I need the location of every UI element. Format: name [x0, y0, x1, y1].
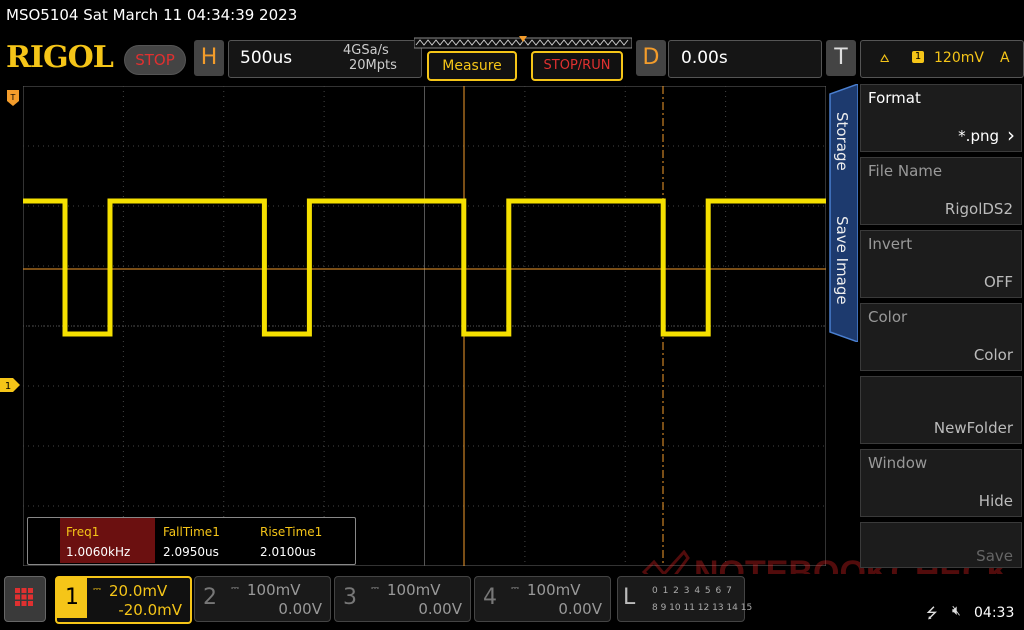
waveform-display[interactable] — [23, 86, 826, 566]
tab-save-image[interactable]: Save Image — [833, 216, 851, 305]
channel-offset: -20.0mV — [118, 601, 182, 619]
logic-channel-panel[interactable] — [617, 576, 745, 622]
measurement-value: 1.0060kHz — [66, 545, 131, 559]
trigger-position-icon[interactable]: T — [7, 90, 19, 106]
measurement-cell[interactable]: FallTime1 2.0950us — [157, 518, 252, 563]
menu-item-value: RigolDS2 — [944, 200, 1013, 218]
menu-item-value: Color — [973, 346, 1013, 364]
channel-offset: 0.00V — [558, 600, 602, 618]
run-state-indicator[interactable]: STOP — [124, 45, 186, 75]
rising-edge-icon: ⩟ — [880, 48, 890, 66]
stop-run-button[interactable]: STOP/RUN — [531, 51, 623, 81]
menu-item-value: NewFolder — [933, 419, 1013, 437]
channel-offset: 0.00V — [418, 600, 462, 618]
waveform-timeline — [414, 36, 632, 49]
system-clock: 04:33 — [974, 605, 1015, 621]
tab-storage[interactable]: Storage — [833, 112, 851, 171]
channel1-offset-marker[interactable]: 1 — [0, 378, 20, 392]
trigger-source-badge: 1 — [912, 51, 924, 63]
trigger-menu-button[interactable]: T — [826, 40, 856, 76]
dc-coupling-icon: ⎓ — [511, 583, 519, 594]
delay-menu-button[interactable]: D — [636, 40, 666, 76]
trigger-level: 120mV — [934, 50, 984, 66]
menu-item[interactable]: Save — [860, 522, 1022, 568]
horizontal-menu-button[interactable]: H — [194, 40, 224, 76]
measurement-cell[interactable]: Freq1 1.0060kHz — [60, 518, 155, 563]
logic-bits-high: 8 9 10 11 12 13 14 15 — [652, 603, 753, 613]
delay-value: 0.00s — [681, 48, 728, 68]
channel-scale: 100mV — [247, 581, 301, 599]
measurement-label: RiseTime1 — [260, 525, 323, 539]
menu-item-label: Format — [868, 89, 921, 107]
channel-panel[interactable]: 2 ⎓ 100mV 0.00V — [194, 576, 331, 622]
dc-coupling-icon: ⎓ — [231, 583, 239, 594]
channel-number: 3 — [343, 585, 357, 610]
sample-rate: 4GSa/s — [343, 43, 389, 58]
channel-scale: 100mV — [527, 581, 581, 599]
menu-item[interactable]: Invert OFF — [860, 230, 1022, 298]
menu-item-value: Save — [976, 547, 1013, 565]
menu-item-label: Color — [868, 308, 908, 326]
logic-letter: L — [623, 585, 636, 610]
menu-item[interactable]: File Name RigolDS2 — [860, 157, 1022, 225]
grid-menu-icon — [15, 588, 33, 606]
timebase-value: 500us — [240, 48, 293, 68]
menu-item-label: Window — [868, 454, 928, 472]
memory-depth: 20Mpts — [349, 58, 397, 73]
window-title: MSO5104 Sat March 11 04:34:39 2023 — [6, 6, 298, 24]
channel1-marker-label: 1 — [5, 381, 11, 392]
logic-bits-low: 0 1 2 3 4 5 6 7 — [652, 586, 733, 596]
dc-coupling-icon: ⎓ — [93, 584, 101, 595]
trigger-mode: A — [1000, 50, 1010, 66]
channel-number: 2 — [203, 585, 217, 610]
menu-item-value: Hide — [978, 492, 1013, 510]
menu-item[interactable]: NewFolder — [860, 376, 1022, 444]
measure-button[interactable]: Measure — [427, 51, 517, 81]
chevron-right-icon: › — [1007, 123, 1015, 147]
measurement-label: FallTime1 — [163, 525, 220, 539]
menu-item-value: *.png — [958, 127, 999, 145]
measurement-value: 2.0100us — [260, 545, 316, 559]
menu-item[interactable]: Format *.png › — [860, 84, 1022, 152]
channel-scale: 20.0mV — [109, 582, 168, 600]
speaker-muted-icon[interactable]: 🔇︎ — [952, 603, 961, 619]
measurement-value: 2.0950us — [163, 545, 219, 559]
measurement-label: Freq1 — [66, 525, 100, 539]
svg-text:T: T — [10, 93, 16, 102]
channel-number: 1 — [57, 578, 87, 618]
measurement-cell[interactable]: RiseTime1 2.0100us — [254, 518, 349, 563]
menu-item[interactable]: Color Color — [860, 303, 1022, 371]
menu-item-label: Invert — [868, 235, 913, 253]
channel-panel[interactable]: 4 ⎓ 100mV 0.00V — [474, 576, 611, 622]
channel-number: 4 — [483, 585, 497, 610]
usb-icon: ⭍ — [926, 606, 938, 622]
menu-item-value: OFF — [983, 273, 1013, 291]
channel-offset: 0.00V — [278, 600, 322, 618]
channel-scale: 100mV — [387, 581, 441, 599]
measurement-table[interactable]: Freq1 1.0060kHz FallTime1 2.0950us RiseTime1… — [27, 517, 356, 565]
menu-item[interactable]: Window Hide — [860, 449, 1022, 517]
channel-panel[interactable]: 3 ⎓ 100mV 0.00V — [334, 576, 471, 622]
channel-panel[interactable]: 1 ⎓ 20.0mV -20.0mV — [55, 576, 192, 624]
dc-coupling-icon: ⎓ — [371, 583, 379, 594]
brand-logo: RIGOL — [6, 40, 114, 75]
menu-item-label: File Name — [868, 162, 943, 180]
